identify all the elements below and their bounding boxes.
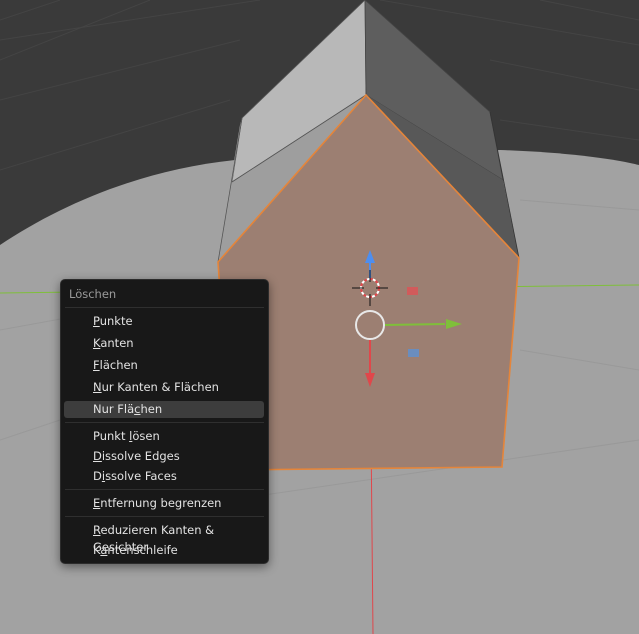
menu-separator xyxy=(65,422,264,423)
menu-title: Löschen xyxy=(69,287,117,301)
menu-item-kanten[interactable]: Kanten xyxy=(64,335,264,352)
plane-handle-yz xyxy=(408,349,419,357)
plane-handle-xz xyxy=(407,287,418,295)
menu-separator xyxy=(65,489,264,490)
menu-item-nur-kanten-flaechen[interactable]: Nur Kanten & Flächen xyxy=(64,379,264,396)
delete-context-menu: Löschen Punkte Kanten Flächen Nur Kanten… xyxy=(60,279,269,564)
menu-item-flaechen[interactable]: Flächen xyxy=(64,357,264,374)
menu-item-punkte[interactable]: Punkte xyxy=(64,313,264,330)
menu-item-reduzieren[interactable]: Reduzieren Kanten & Gesichter xyxy=(64,522,264,554)
menu-item-kantenschleife[interactable]: Kantenschleife xyxy=(64,542,264,559)
menu-item-punkt-loesen[interactable]: Punkt lösen xyxy=(64,428,264,445)
menu-separator xyxy=(65,516,264,517)
menu-item-entfernung-begrenzen[interactable]: Entfernung begrenzen xyxy=(64,495,264,512)
menu-item-dissolve-faces[interactable]: Dissolve Faces xyxy=(64,468,264,485)
menu-separator xyxy=(65,307,264,308)
menu-item-dissolve-edges[interactable]: Dissolve Edges xyxy=(64,448,264,465)
menu-item-nur-flaechen[interactable]: Nur Flächen xyxy=(64,401,264,418)
